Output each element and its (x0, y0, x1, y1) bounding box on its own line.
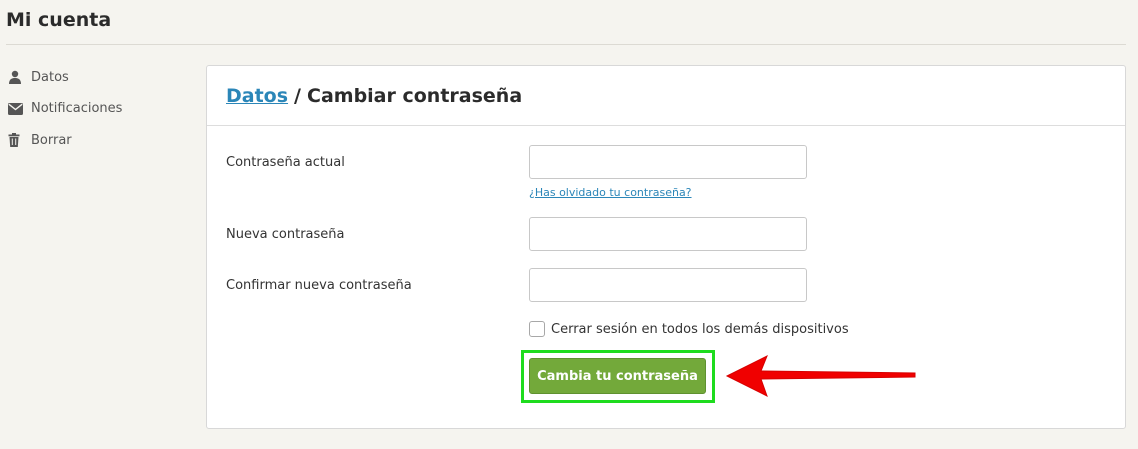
sidebar: Datos Notificaciones Borrar (8, 66, 122, 161)
trash-icon (8, 133, 24, 147)
change-password-button[interactable]: Cambia tu contraseña (529, 358, 706, 394)
logout-all-devices-checkbox[interactable] (529, 321, 545, 337)
new-password-label: Nueva contraseña (226, 227, 345, 242)
envelope-icon (8, 102, 24, 116)
current-password-label: Contraseña actual (226, 155, 345, 170)
sidebar-item-label: Borrar (31, 132, 72, 148)
sidebar-item-borrar[interactable]: Borrar (8, 129, 122, 151)
sidebar-item-notificaciones[interactable]: Notificaciones (8, 98, 122, 120)
arrow-annotation (725, 354, 916, 398)
title-divider (6, 44, 1126, 45)
page-title: Mi cuenta (6, 9, 112, 31)
current-password-field[interactable] (529, 145, 807, 179)
sidebar-item-datos[interactable]: Datos (8, 66, 122, 88)
logout-all-devices-label: Cerrar sesión en todos los demás disposi… (551, 321, 849, 337)
logout-all-devices-row[interactable]: Cerrar sesión en todos los demás disposi… (529, 321, 849, 337)
forgot-password-link[interactable]: ¿Has olvidado tu contraseña? (529, 186, 692, 199)
breadcrumb-separator: / (294, 84, 301, 107)
confirm-password-label: Confirmar nueva contraseña (226, 278, 412, 293)
breadcrumb: Datos / Cambiar contraseña (207, 66, 1125, 126)
sidebar-item-label: Datos (31, 69, 69, 85)
change-password-card: Datos / Cambiar contraseña Contraseña ac… (206, 65, 1126, 429)
new-password-field[interactable] (529, 217, 807, 251)
breadcrumb-link-datos[interactable]: Datos (226, 85, 288, 107)
confirm-password-field[interactable] (529, 268, 807, 302)
card-title: Cambiar contraseña (307, 84, 523, 107)
user-icon (8, 70, 24, 84)
sidebar-item-label: Notificaciones (31, 101, 123, 116)
